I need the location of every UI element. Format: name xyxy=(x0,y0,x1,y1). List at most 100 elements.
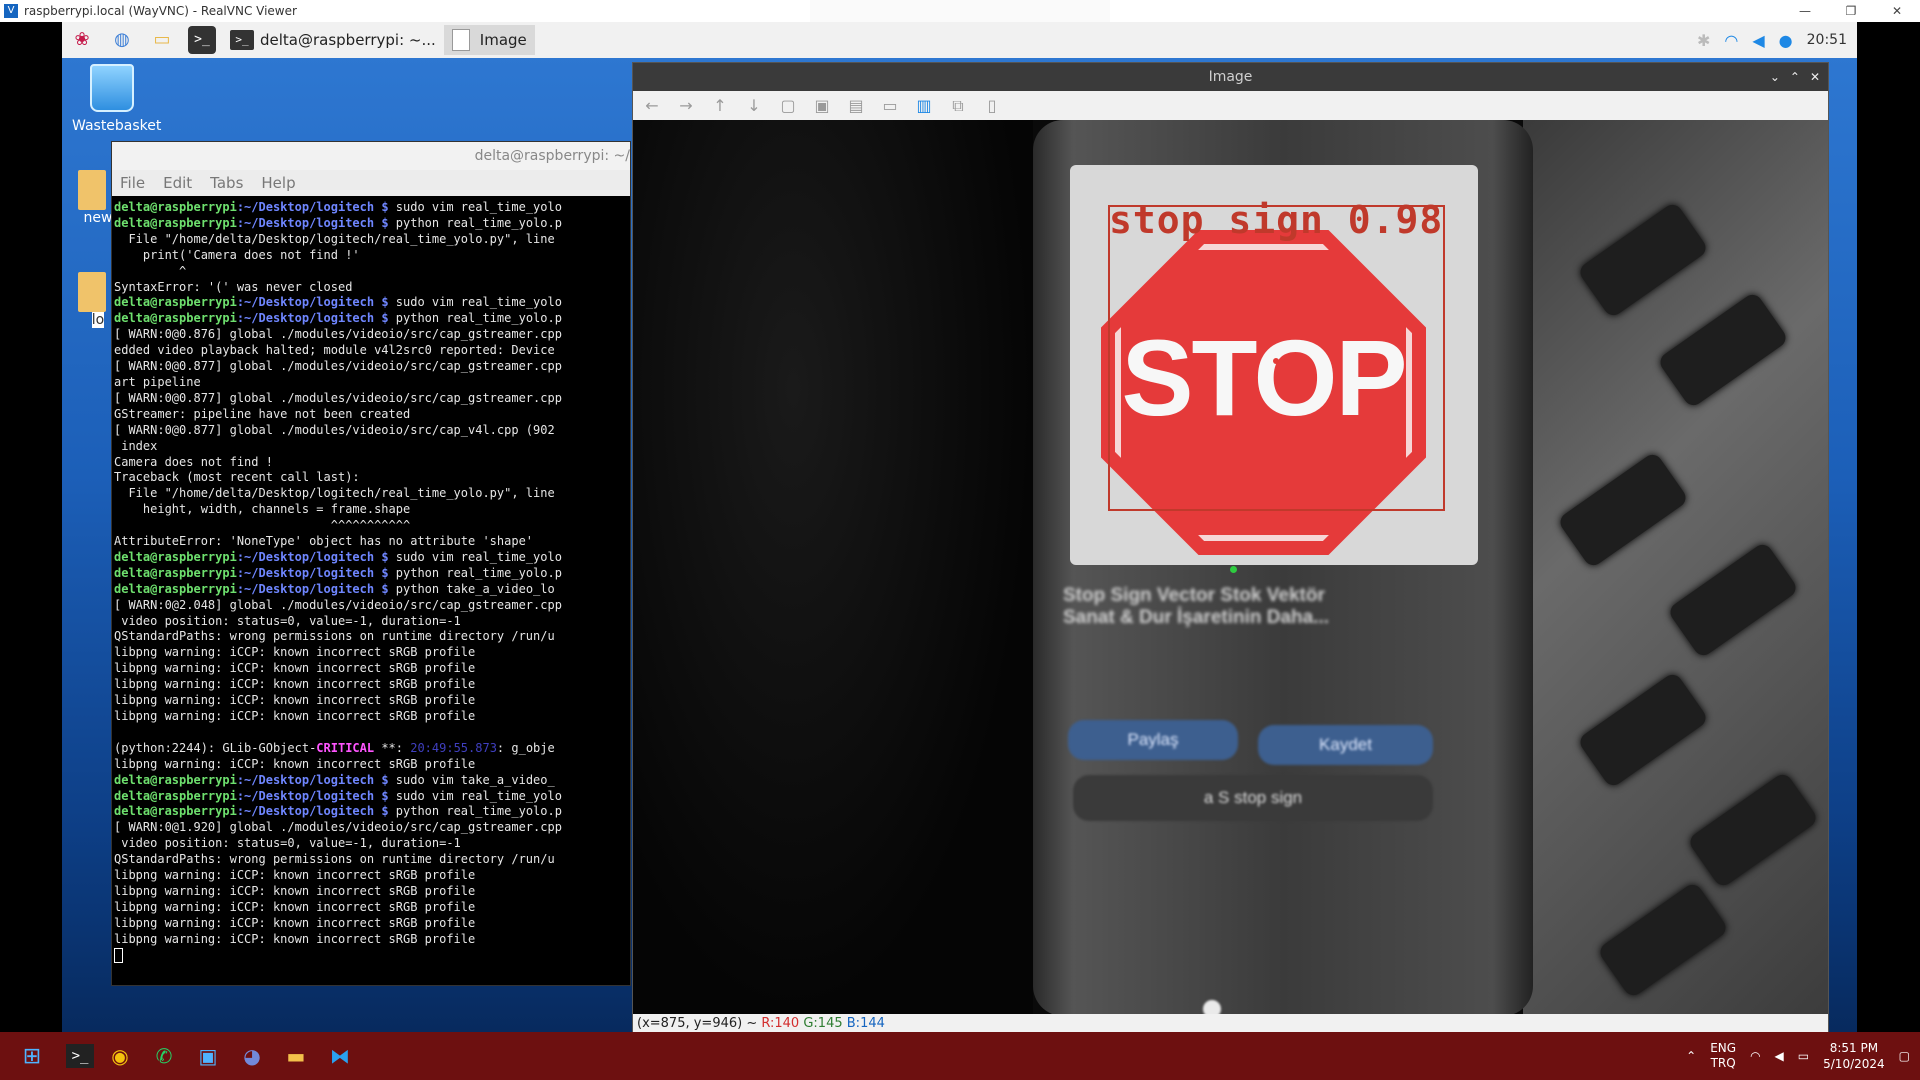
pi-desktop: ❀ ◍ ▭ >_ >_ delta@raspberrypi: ~... Imag… xyxy=(62,22,1857,1032)
menu-help[interactable]: Help xyxy=(261,174,295,192)
minimize-button[interactable]: — xyxy=(1782,0,1828,22)
date-text: 5/10/2024 xyxy=(1823,1057,1885,1071)
terminal-line: video position: status=0, value=-1, dura… xyxy=(114,613,461,628)
taskbar-image[interactable]: Image xyxy=(443,25,535,55)
detection-label: stop sign 0.98 xyxy=(1109,198,1444,242)
maximize-button[interactable]: ❐ xyxy=(1828,0,1874,22)
windows-taskbar: ⊞ >_ ◉ ✆ ▣ ◕ ▬ ⧓ ⌃ ENG TRQ ◠ ◀ ▭ 8:51 PM… xyxy=(0,1032,1920,1080)
arrow-right-icon[interactable]: → xyxy=(675,95,697,117)
arrow-up-icon[interactable]: ↑ xyxy=(709,95,731,117)
menu-tabs[interactable]: Tabs xyxy=(210,174,243,192)
keyboard-key xyxy=(1686,771,1820,889)
detection-center-point xyxy=(1273,358,1279,364)
terminal-line: [ WARN:0@2.048] global ./modules/videoio… xyxy=(114,597,562,612)
notification-icon[interactable]: ▢ xyxy=(1899,1049,1910,1063)
chevron-up-icon[interactable]: ⌃ xyxy=(1686,1049,1696,1063)
chrome-app-icon[interactable]: ◉ xyxy=(102,1038,138,1074)
terminal-line: [ WARN:0@0.877] global ./modules/videoio… xyxy=(114,359,562,374)
terminal-line: libpng warning: iCCP: known incorrect sR… xyxy=(114,899,476,914)
viewer-minimize-icon[interactable]: ⌄ xyxy=(1770,63,1780,91)
arrow-down-icon[interactable]: ↓ xyxy=(743,95,765,117)
keyboard-key xyxy=(1666,541,1800,659)
volume-icon[interactable]: ◀ xyxy=(1752,31,1764,50)
phone-share-button: Paylaş xyxy=(1068,720,1238,760)
pixel-red-value: R:140 xyxy=(761,1016,800,1031)
lang-line-1: ENG xyxy=(1710,1041,1737,1055)
viewer-close-icon[interactable]: ✕ xyxy=(1810,63,1820,91)
bluetooth-icon[interactable]: ✱ xyxy=(1697,31,1710,50)
folder-icon xyxy=(78,170,106,210)
discord-app-icon[interactable]: ◕ xyxy=(234,1038,270,1074)
zoom-fit-icon[interactable]: ▢ xyxy=(777,95,799,117)
wifi-icon[interactable]: ◠ xyxy=(1724,31,1738,50)
terminal-line: print('Camera does not find !' xyxy=(114,247,360,262)
pi-clock: 20:51 xyxy=(1806,32,1847,48)
zoom-out-icon[interactable]: ▭ xyxy=(879,95,901,117)
phone-search-bar: a S stop sign xyxy=(1073,775,1433,821)
close-button[interactable]: ✕ xyxy=(1874,0,1920,22)
cursor-position: (x=875, y=946) ~ xyxy=(637,1016,762,1031)
terminal-line: [ WARN:0@0.877] global ./modules/videoio… xyxy=(114,422,555,437)
terminal-cursor xyxy=(114,947,123,963)
file-manager-launcher-icon[interactable]: ▭ xyxy=(148,26,176,54)
pi-tray: ✱ ◠ ◀ ● 20:51 xyxy=(1697,22,1847,58)
camera-frame[interactable]: STOP stop sign 0.98 Stop Sign Vector Sto… xyxy=(633,120,1828,1016)
terminal-line: File "/home/delta/Desktop/logitech/real_… xyxy=(114,486,555,501)
file-explorer-app-icon[interactable]: ▬ xyxy=(278,1038,314,1074)
save-icon[interactable]: ▤ xyxy=(845,95,867,117)
wifi-icon[interactable]: ◠ xyxy=(1750,1049,1760,1063)
windows-start-icon[interactable]: ⊞ xyxy=(14,1038,50,1074)
vnc-window-controls: — ❐ ✕ xyxy=(1782,0,1920,22)
arrow-left-icon[interactable]: ← xyxy=(641,95,663,117)
menu-edit[interactable]: Edit xyxy=(163,174,192,192)
terminal-prompt[interactable] xyxy=(114,947,628,964)
raspberry-menu-icon[interactable]: ❀ xyxy=(68,26,96,54)
viewer-titlebar[interactable]: Image ⌄ ⌃ ✕ xyxy=(633,63,1828,91)
viewer-maximize-icon[interactable]: ⌃ xyxy=(1790,63,1800,91)
terminal-window[interactable]: delta@raspberrypi: ~/ File Edit Tabs Hel… xyxy=(111,141,631,986)
laptop-keyboard xyxy=(1523,120,1828,1016)
volume-icon[interactable]: ◀ xyxy=(1775,1049,1784,1063)
zoom-region-icon[interactable]: ▣ xyxy=(811,95,833,117)
terminal-line: height, width, channels = frame.shape xyxy=(114,502,411,517)
terminal-line: delta@raspberrypi:~/Desktop/logitech $ p… xyxy=(114,565,562,580)
wastebasket-desktop-icon[interactable]: Wastebasket xyxy=(72,64,161,134)
terminal-line: delta@raspberrypi:~/Desktop/logitech $ s… xyxy=(114,295,562,310)
terminal-line: delta@raspberrypi:~/Desktop/logitech $ p… xyxy=(114,215,562,230)
phone-save-button: Kaydet xyxy=(1258,725,1433,765)
terminal-line: QStandardPaths: wrong permissions on run… xyxy=(114,629,555,644)
browser-launcher-icon[interactable]: ◍ xyxy=(108,26,136,54)
terminal-titlebar[interactable]: delta@raspberrypi: ~/ xyxy=(112,142,630,170)
blank-icon[interactable]: ▯ xyxy=(981,95,1003,117)
pixel-green-value: G:145 xyxy=(803,1016,843,1031)
viewer-title: Image xyxy=(1208,69,1253,85)
terminal-launcher-icon[interactable]: >_ xyxy=(188,26,216,54)
menu-file[interactable]: File xyxy=(120,174,145,192)
windows-clock[interactable]: 8:51 PM 5/10/2024 xyxy=(1823,1040,1885,1072)
terminal-app-icon[interactable]: >_ xyxy=(66,1044,94,1068)
battery-icon[interactable]: ▭ xyxy=(1798,1049,1809,1063)
terminal-line: delta@raspberrypi:~/Desktop/logitech $ p… xyxy=(114,581,555,596)
taskbar-terminal[interactable]: >_ delta@raspberrypi: ~... xyxy=(222,25,444,55)
microphone-icon[interactable]: ● xyxy=(1779,31,1793,50)
terminal-line: delta@raspberrypi:~/Desktop/logitech $ s… xyxy=(114,549,562,564)
vscode-app-icon[interactable]: ⧓ xyxy=(322,1038,358,1074)
image-viewer-window[interactable]: Image ⌄ ⌃ ✕ ← → ↑ ↓ ▢ ▣ ▤ ▭ ▥ ⧉ ▯ STOP s… xyxy=(632,62,1829,1032)
folder-label-2: lo xyxy=(91,312,105,328)
terminal-line: [ WARN:0@0.877] global ./modules/videoio… xyxy=(114,390,562,405)
terminal-line: delta@raspberrypi:~/Desktop/logitech $ p… xyxy=(114,804,562,819)
realvnc-app-icon[interactable]: ▣ xyxy=(190,1038,226,1074)
zoom-active-icon[interactable]: ▥ xyxy=(913,95,935,117)
terminal-line: delta@raspberrypi:~/Desktop/logitech $ s… xyxy=(114,200,562,214)
terminal-line: delta@raspberrypi:~/Desktop/logitech $ s… xyxy=(114,772,555,787)
language-indicator[interactable]: ENG TRQ xyxy=(1710,1041,1736,1071)
copy-icon[interactable]: ⧉ xyxy=(947,95,969,117)
terminal-line: AttributeError: 'NoneType' object has no… xyxy=(114,534,534,549)
whatsapp-app-icon[interactable]: ✆ xyxy=(146,1038,182,1074)
vnc-icon: V xyxy=(4,4,18,18)
terminal-line: File "/home/delta/Desktop/logitech/real_… xyxy=(114,231,555,246)
keyboard-key xyxy=(1576,201,1710,319)
terminal-line: libpng warning: iCCP: known incorrect sR… xyxy=(114,868,476,883)
terminal-output[interactable]: delta@raspberrypi:~/Desktop/logitech $ s… xyxy=(112,196,630,964)
